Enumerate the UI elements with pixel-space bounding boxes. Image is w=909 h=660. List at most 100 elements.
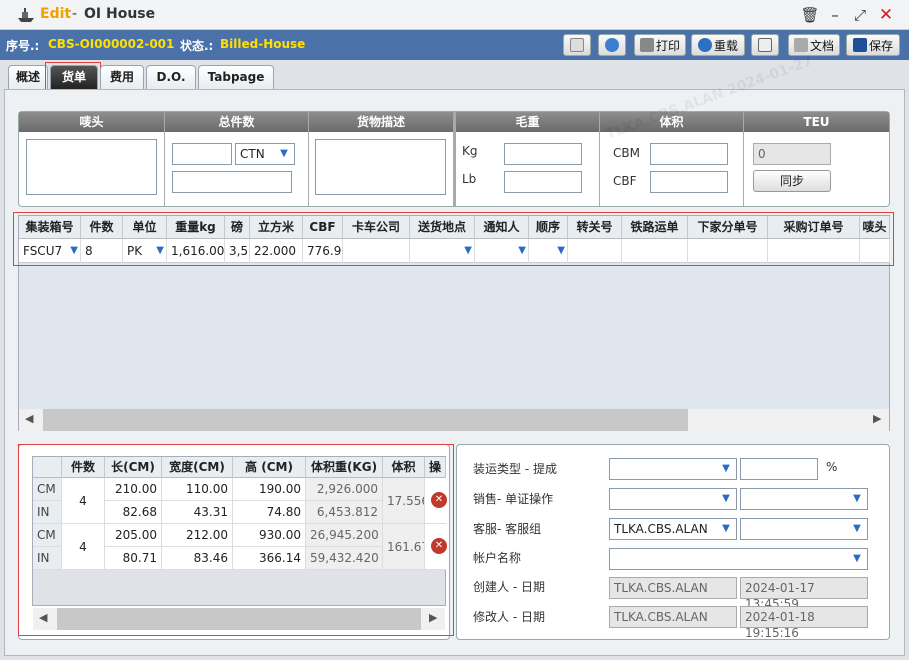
cs-value: TLKA.CBS.ALAN [614, 522, 708, 536]
dims-cell[interactable]: 110.00 [162, 478, 233, 501]
tab-overview[interactable]: 概述 [8, 65, 48, 89]
chevron-down-icon: ▼ [722, 493, 730, 504]
save-button[interactable]: 保存 [846, 34, 900, 56]
unit-select[interactable]: CTN ▼ [235, 143, 295, 165]
marks-header: 唛头 [19, 112, 164, 132]
volume-header: 体积 [600, 112, 743, 132]
reload-label: 重载 [713, 38, 738, 53]
tab-do[interactable]: D.O. [146, 65, 196, 89]
scrollbar-thumb[interactable] [43, 409, 688, 431]
account-select[interactable]: ▼ [609, 548, 868, 570]
delete-icon[interactable]: ✕ [431, 538, 447, 554]
dims-column-header[interactable]: 长(CM) [105, 457, 162, 478]
dims-cell[interactable]: 161.67 [383, 524, 425, 570]
document-button[interactable] [563, 34, 591, 56]
dims-cell[interactable]: CM [33, 478, 62, 501]
pieces-field[interactable] [172, 143, 232, 165]
dims-column-header[interactable]: 体积 [383, 457, 425, 478]
dims-cell[interactable]: 59,432.420 [306, 547, 383, 570]
trash-icon[interactable]: 🗑 [800, 5, 820, 25]
status-label: 状态.: [180, 39, 214, 53]
tab-tabpage[interactable]: Tabpage [198, 65, 274, 89]
dims-column-header[interactable]: 高 (CM) [233, 457, 306, 478]
maximize-icon[interactable]: ⤢ [850, 5, 870, 25]
dims-scroll-right-icon[interactable]: ▶ [429, 611, 437, 624]
dims-cell[interactable]: 83.46 [162, 547, 233, 570]
window-title-mode: Edit [40, 6, 72, 22]
operator-select[interactable]: ▼ [740, 488, 868, 510]
dims-column-header[interactable]: 件数 [62, 457, 105, 478]
dims-cell[interactable]: 43.31 [162, 501, 233, 524]
description-field[interactable] [315, 139, 446, 195]
dims-cell[interactable]: 82.68 [105, 501, 162, 524]
cs-select[interactable]: TLKA.CBS.ALAN ▼ [609, 518, 737, 540]
globe-button[interactable] [598, 34, 626, 56]
commission-field[interactable] [740, 458, 818, 480]
dims-cell[interactable]: 74.80 [233, 501, 306, 524]
description-header: 货物描述 [309, 112, 453, 132]
dims-cell[interactable]: CM [33, 524, 62, 547]
cbf-label: CBF [613, 174, 637, 188]
dims-scrollbar[interactable]: ◀ ▶ [33, 608, 445, 630]
account-label: 帐户名称 [473, 551, 522, 565]
modifier-label: 修改人 - 日期 [473, 610, 545, 624]
dims-scrollbar-thumb[interactable] [57, 608, 421, 630]
dims-cell[interactable]: 26,945.200 [306, 524, 383, 547]
chevron-down-icon: ▼ [722, 463, 730, 474]
delete-cell: ✕ [425, 478, 447, 524]
sync-button[interactable]: 同步 [753, 170, 831, 192]
dims-cell[interactable]: 17.556 [383, 478, 425, 524]
dims-cell[interactable]: 4 [62, 478, 105, 524]
kg-field[interactable] [504, 143, 582, 165]
created-date-field: 2024-01-17 13:45:59 [740, 577, 868, 611]
dims-scroll-left-icon[interactable]: ◀ [39, 611, 47, 624]
sales-select[interactable]: ▼ [609, 488, 737, 510]
ship-type-select[interactable]: ▼ [609, 458, 737, 480]
close-icon[interactable]: ✕ [876, 5, 896, 25]
dims-cell[interactable]: 366.14 [233, 547, 306, 570]
scroll-left-icon[interactable]: ◀ [25, 412, 33, 425]
docs-button[interactable]: 文档 [788, 34, 840, 56]
pieces-extra-field[interactable] [172, 171, 292, 193]
window-title-separator: - [72, 6, 78, 22]
dims-cell[interactable]: 205.00 [105, 524, 162, 547]
container-scrollbar[interactable]: ◀ ▶ [19, 409, 889, 431]
cs-group-select[interactable]: ▼ [740, 518, 868, 540]
modifier-field: TLKA.CBS.ALAN [609, 606, 737, 628]
reload-button[interactable]: 重载 [691, 34, 745, 56]
dims-cell[interactable]: 4 [62, 524, 105, 570]
marks-field[interactable] [26, 139, 157, 195]
dims-cell[interactable]: 210.00 [105, 478, 162, 501]
dims-column-header[interactable]: 宽度(CM) [162, 457, 233, 478]
dims-cell[interactable]: 80.71 [105, 547, 162, 570]
dims-cell[interactable]: 6,453.812 [306, 501, 383, 524]
dims-cell[interactable]: 190.00 [233, 478, 306, 501]
dims-cell[interactable]: IN [33, 501, 62, 524]
cbf-field[interactable] [650, 171, 728, 193]
dims-cell[interactable]: 212.00 [162, 524, 233, 547]
dims-cell[interactable]: 2,926.000 [306, 478, 383, 501]
teu-field[interactable]: 0 [753, 143, 831, 165]
dims-column-header[interactable]: 体积重(KG) [306, 457, 383, 478]
delete-cell: ✕ [425, 524, 447, 570]
scroll-right-icon[interactable]: ▶ [873, 412, 881, 425]
print-button[interactable]: 打印 [634, 34, 686, 56]
save-icon [852, 38, 867, 52]
lb-field[interactable] [504, 171, 582, 193]
save-label: 保存 [868, 38, 893, 53]
copy-button[interactable] [751, 34, 779, 56]
status-value: Billed-House [220, 37, 306, 51]
unit-value: CTN [240, 147, 265, 161]
dims-column-header[interactable]: 操 [425, 457, 446, 478]
cbm-field[interactable] [650, 143, 728, 165]
minimize-icon[interactable]: – [825, 5, 845, 25]
tab-charges[interactable]: 费用 [100, 65, 144, 89]
dims-cell[interactable]: IN [33, 547, 62, 570]
serial-label: 序号.: [6, 39, 40, 53]
delete-icon[interactable]: ✕ [431, 492, 447, 508]
reload-icon [697, 38, 712, 52]
window-title: OI House [84, 6, 156, 22]
dims-cell[interactable]: 930.00 [233, 524, 306, 547]
docs-label: 文档 [809, 38, 834, 53]
document-icon [570, 38, 584, 52]
